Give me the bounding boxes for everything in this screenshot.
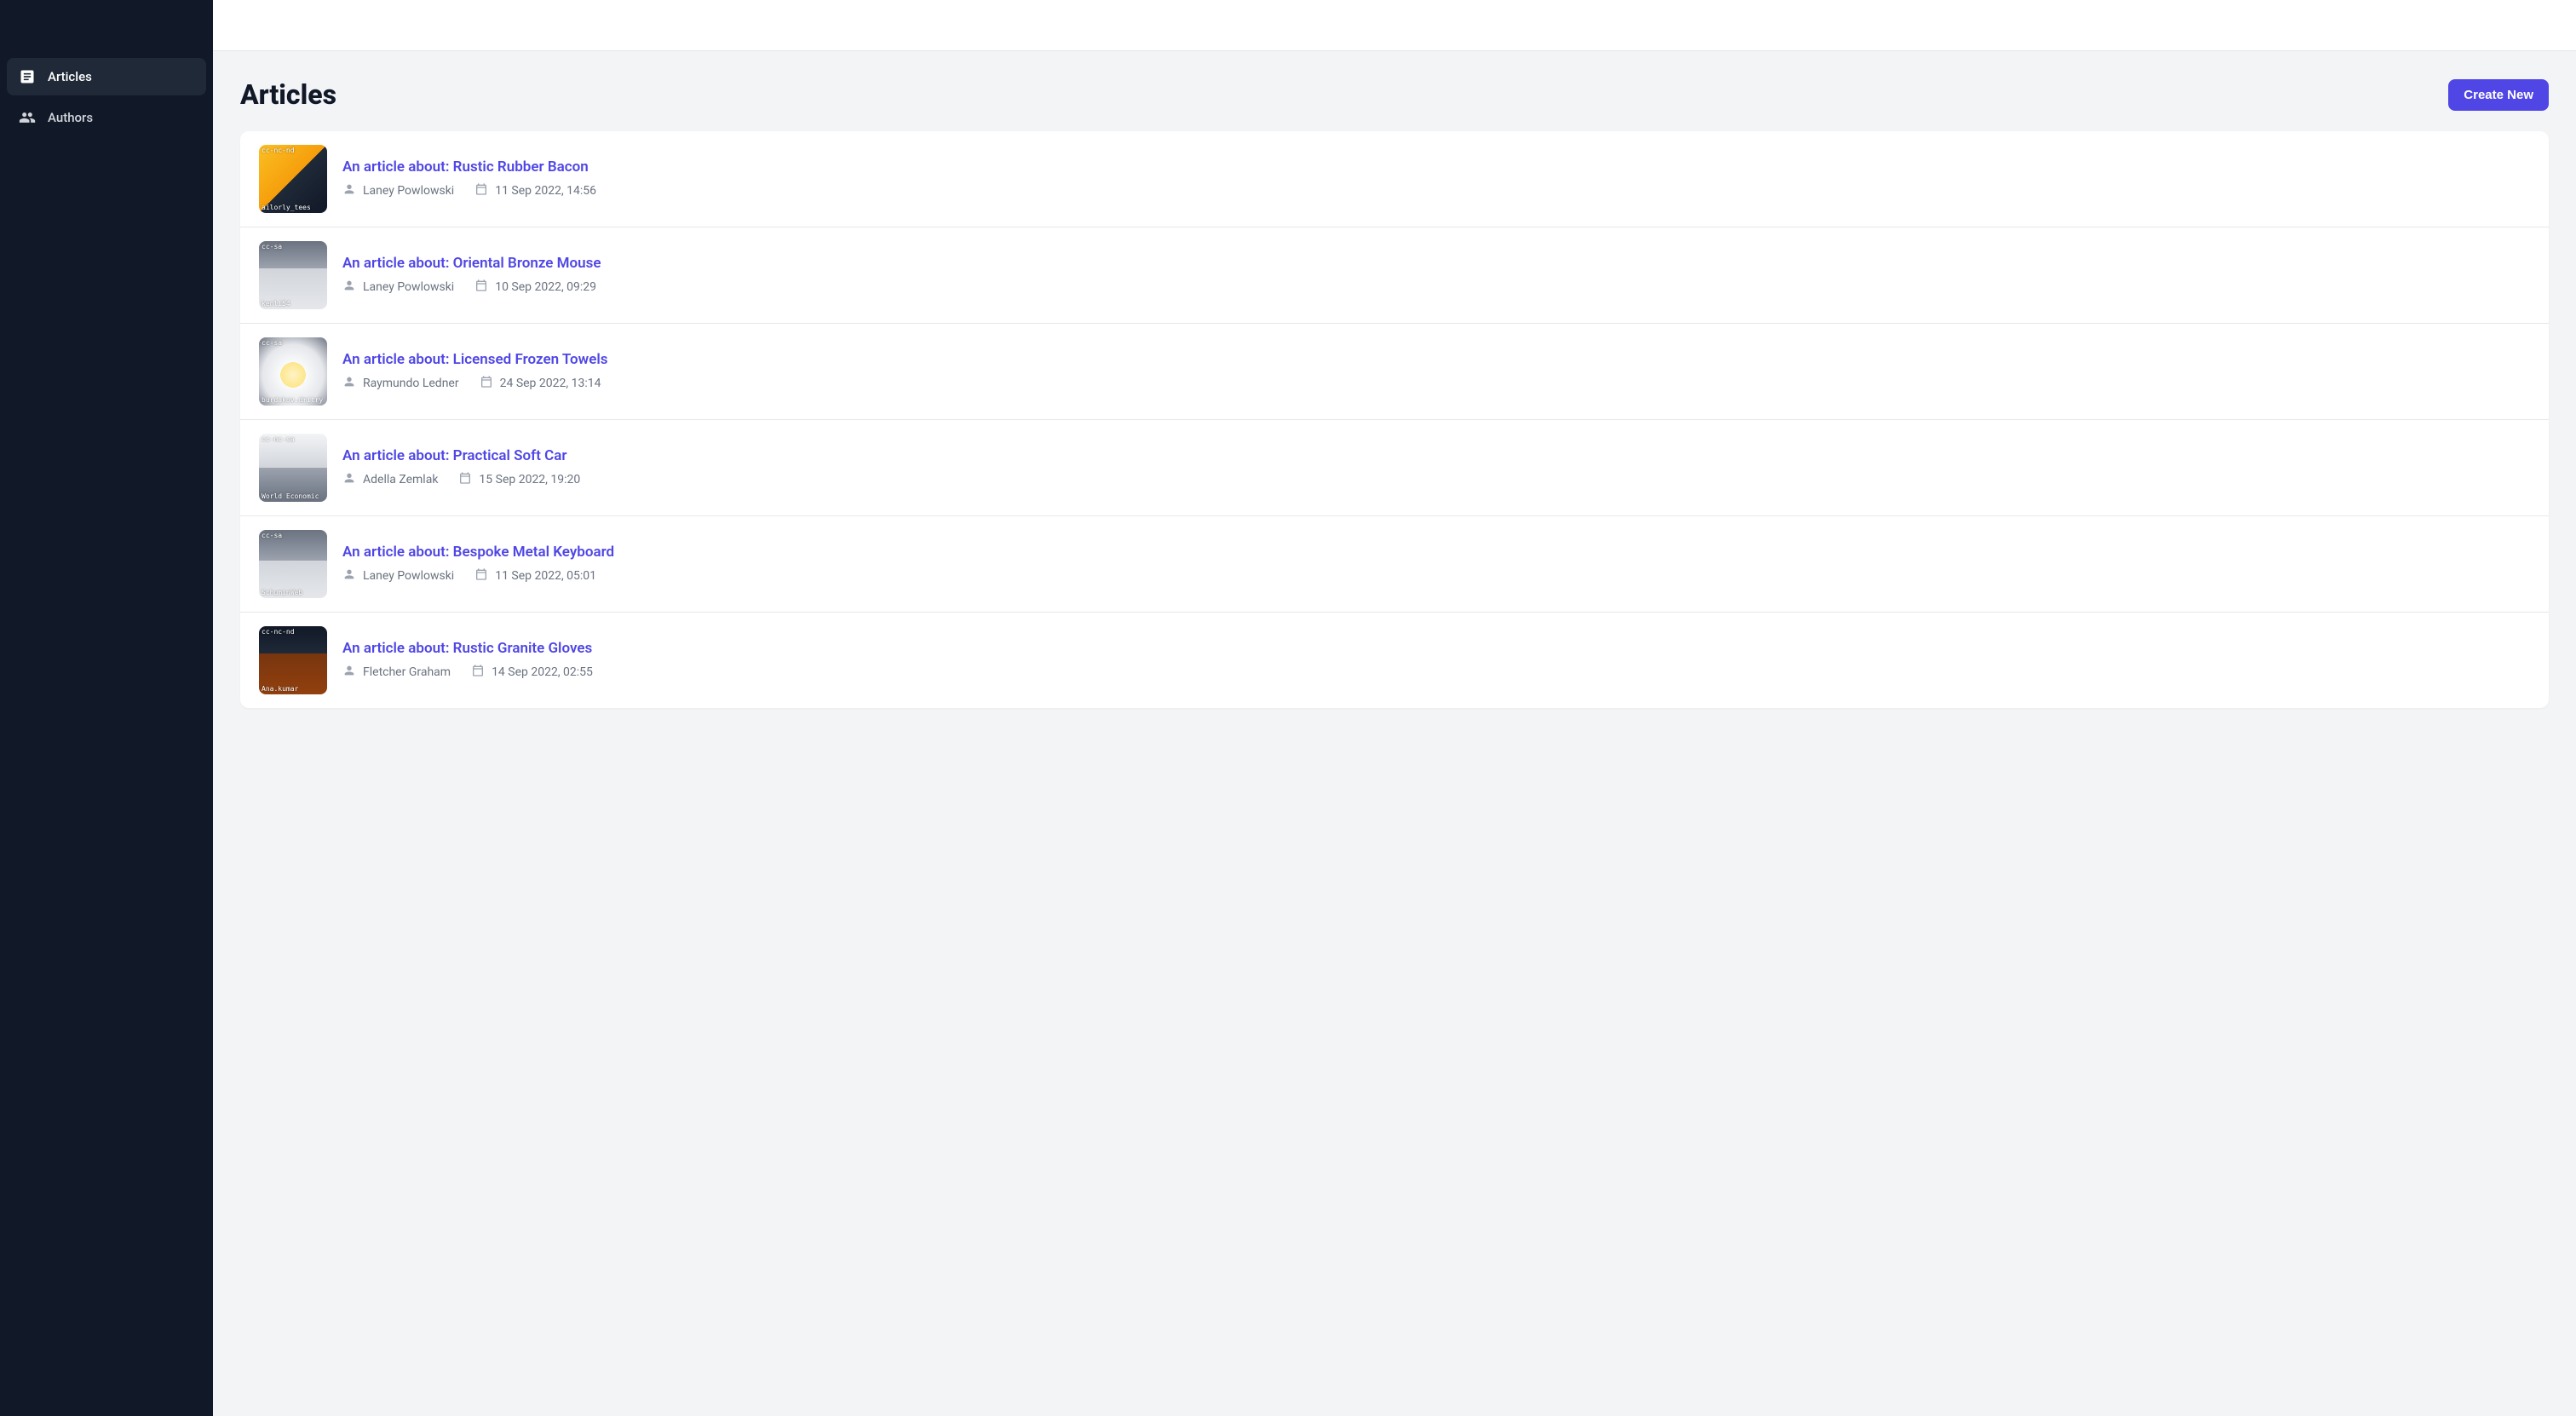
calendar-icon — [474, 182, 488, 199]
person-icon — [342, 471, 356, 488]
article-title-link[interactable]: An article about: Bespoke Metal Keyboard — [342, 544, 614, 561]
article-author: Raymundo Ledner — [342, 375, 459, 392]
calendar-icon — [471, 664, 485, 681]
article-meta: Laney Powlowski 11 Sep 2022, 14:56 — [342, 182, 596, 199]
article-body: An article about: Bespoke Metal Keyboard… — [342, 544, 614, 584]
sidebar: Articles Authors — [0, 0, 213, 1416]
article-author: Fletcher Graham — [342, 664, 451, 681]
article-author: Laney Powlowski — [342, 182, 454, 199]
person-icon — [342, 279, 356, 296]
calendar-icon — [480, 375, 493, 392]
create-new-button[interactable]: Create New — [2448, 79, 2549, 111]
article-meta: Raymundo Ledner 24 Sep 2022, 13:14 — [342, 375, 608, 392]
article-title-link[interactable]: An article about: Practical Soft Car — [342, 447, 580, 464]
person-icon — [342, 664, 356, 681]
article-body: An article about: Oriental Bronze Mouse … — [342, 255, 601, 296]
articles-list: cc-nc-nd ailorly_tees An article about: … — [240, 131, 2549, 708]
article-row: cc-sa burdakov.dmitry An article about: … — [240, 324, 2549, 420]
sidebar-item-label: Articles — [48, 69, 92, 84]
topbar — [213, 0, 2576, 51]
page-title: Articles — [240, 78, 336, 111]
article-body: An article about: Rustic Rubber Bacon La… — [342, 158, 596, 199]
person-icon — [342, 567, 356, 584]
article-date-text: 11 Sep 2022, 14:56 — [495, 184, 596, 198]
sidebar-nav: Articles Authors — [0, 51, 213, 143]
sidebar-header — [0, 0, 213, 51]
article-author-name: Fletcher Graham — [363, 665, 451, 679]
article-title-link[interactable]: An article about: Oriental Bronze Mouse — [342, 255, 601, 272]
article-date: 11 Sep 2022, 05:01 — [474, 567, 596, 584]
sidebar-item-articles[interactable]: Articles — [7, 58, 206, 95]
sidebar-item-label: Authors — [48, 110, 93, 125]
article-row: cc-sa SchuminWeb An article about: Bespo… — [240, 516, 2549, 613]
article-author: Laney Powlowski — [342, 567, 454, 584]
article-date-text: 10 Sep 2022, 09:29 — [495, 280, 596, 294]
calendar-icon — [474, 279, 488, 296]
article-date: 10 Sep 2022, 09:29 — [474, 279, 596, 296]
thumb-license-label: cc-nc-nd — [262, 147, 325, 154]
article-row: cc-nc-nd Ana.kumar An article about: Rus… — [240, 613, 2549, 708]
thumb-credit-label: World Economic — [262, 492, 325, 500]
article-body: An article about: Rustic Granite Gloves … — [342, 640, 593, 681]
calendar-icon — [474, 567, 488, 584]
article-title-link[interactable]: An article about: Rustic Granite Gloves — [342, 640, 593, 657]
article-date: 24 Sep 2022, 13:14 — [480, 375, 601, 392]
article-thumbnail: cc-sa burdakov.dmitry — [259, 337, 327, 406]
article-row: cc-sa kenli54 An article about: Oriental… — [240, 227, 2549, 324]
article-meta: Adella Zemlak 15 Sep 2022, 19:20 — [342, 471, 580, 488]
article-meta: Fletcher Graham 14 Sep 2022, 02:55 — [342, 664, 593, 681]
content: Articles Create New cc-nc-nd ailorly_tee… — [213, 51, 2576, 735]
thumb-credit-label: ailorly_tees — [262, 204, 325, 211]
thumb-credit-label: Ana.kumar — [262, 685, 325, 693]
thumb-license-label: cc-nc-nd — [262, 628, 325, 636]
article-row: cc-nc-nd ailorly_tees An article about: … — [240, 131, 2549, 227]
article-author-name: Raymundo Ledner — [363, 377, 459, 390]
article-body: An article about: Practical Soft Car Ade… — [342, 447, 580, 488]
thumb-license-label: cc-nc-sa — [262, 435, 325, 443]
article-author-name: Laney Powlowski — [363, 569, 454, 583]
article-thumbnail: cc-sa SchuminWeb — [259, 530, 327, 598]
thumb-credit-label: burdakov.dmitry — [262, 396, 325, 404]
article-date-text: 14 Sep 2022, 02:55 — [492, 665, 593, 679]
article-body: An article about: Licensed Frozen Towels… — [342, 351, 608, 392]
article-author: Laney Powlowski — [342, 279, 454, 296]
article-thumbnail: cc-nc-nd ailorly_tees — [259, 145, 327, 213]
article-row: cc-nc-sa World Economic An article about… — [240, 420, 2549, 516]
article-icon — [19, 68, 36, 85]
thumb-license-label: cc-sa — [262, 339, 325, 347]
article-date: 11 Sep 2022, 14:56 — [474, 182, 596, 199]
people-icon — [19, 109, 36, 126]
person-icon — [342, 182, 356, 199]
person-icon — [342, 375, 356, 392]
article-thumbnail: cc-nc-sa World Economic — [259, 434, 327, 502]
main-area: Articles Create New cc-nc-nd ailorly_tee… — [213, 0, 2576, 1416]
thumb-credit-label: SchuminWeb — [262, 589, 325, 596]
thumb-license-label: cc-sa — [262, 243, 325, 250]
article-author-name: Laney Powlowski — [363, 280, 454, 294]
article-author: Adella Zemlak — [342, 471, 438, 488]
sidebar-item-authors[interactable]: Authors — [7, 99, 206, 136]
article-thumbnail: cc-sa kenli54 — [259, 241, 327, 309]
calendar-icon — [458, 471, 472, 488]
page-header: Articles Create New — [240, 78, 2549, 111]
article-author-name: Adella Zemlak — [363, 473, 438, 486]
article-date-text: 15 Sep 2022, 19:20 — [479, 473, 580, 486]
article-date: 15 Sep 2022, 19:20 — [458, 471, 580, 488]
article-date-text: 11 Sep 2022, 05:01 — [495, 569, 596, 583]
article-thumbnail: cc-nc-nd Ana.kumar — [259, 626, 327, 694]
thumb-credit-label: kenli54 — [262, 300, 325, 308]
article-date-text: 24 Sep 2022, 13:14 — [500, 377, 601, 390]
article-meta: Laney Powlowski 10 Sep 2022, 09:29 — [342, 279, 601, 296]
article-title-link[interactable]: An article about: Licensed Frozen Towels — [342, 351, 608, 368]
article-title-link[interactable]: An article about: Rustic Rubber Bacon — [342, 158, 596, 176]
article-date: 14 Sep 2022, 02:55 — [471, 664, 593, 681]
article-author-name: Laney Powlowski — [363, 184, 454, 198]
thumb-license-label: cc-sa — [262, 532, 325, 539]
article-meta: Laney Powlowski 11 Sep 2022, 05:01 — [342, 567, 614, 584]
